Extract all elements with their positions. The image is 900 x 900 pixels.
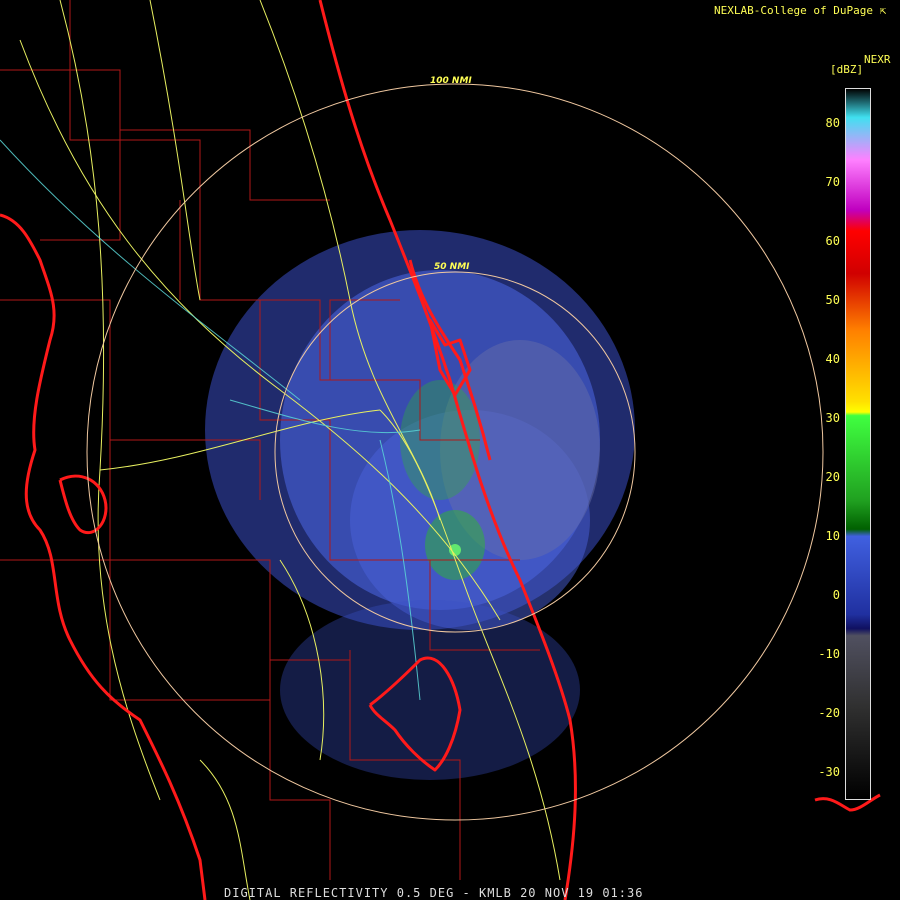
radar-map (0, 0, 881, 900)
colorbar-tick: 80 (825, 116, 840, 130)
corner-arrow-icon[interactable]: ⇱ (880, 4, 887, 17)
colorbar-tick: -20 (818, 706, 840, 720)
colorbar-tick: -10 (818, 647, 840, 661)
colorbar-tick: 10 (825, 529, 840, 543)
colorbar-tick: 60 (825, 234, 840, 248)
colorbar-tick: -30 (818, 765, 840, 779)
unit-label: [dBZ] (830, 63, 864, 76)
ring-label-100: 100 NMI (430, 76, 472, 86)
colorbar-tick: 40 (825, 352, 840, 366)
product-caption: DIGITAL REFLECTIVITY 0.5 DEG - KMLB 20 N… (224, 886, 644, 900)
ring-label-50: 50 NMI (434, 262, 470, 272)
credit-label: NEXLAB-College of DuPage ⇱ (714, 4, 887, 17)
reflectivity-colorbar (845, 88, 871, 800)
colorbar-tick: 30 (825, 411, 840, 425)
colorbar-tick: 0 (832, 588, 840, 602)
product-label: NEXR (864, 53, 891, 66)
colorbar-tick: 50 (825, 293, 840, 307)
colorbar-tick: 20 (825, 470, 840, 484)
colorbar-tick: 70 (825, 175, 840, 189)
